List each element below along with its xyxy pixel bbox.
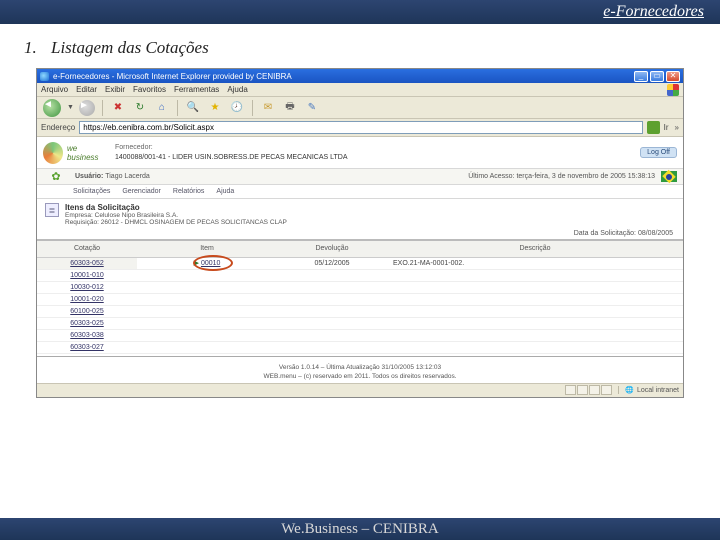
- home-icon[interactable]: ⌂: [153, 99, 171, 117]
- dev-cell: 05/12/2005: [277, 257, 387, 269]
- table-header-row: Cotação Item Devolução Descrição: [37, 241, 683, 257]
- app-footer: Versão 1.0.14 – Última Atualização 31/10…: [37, 356, 683, 383]
- slide-footer: We.Business – CENIBRA: [0, 518, 720, 540]
- col-cotacao: Cotação: [37, 241, 137, 257]
- cotacoes-table: Cotação Item Devolução Descrição 60303-0…: [37, 241, 683, 354]
- globe-icon: 🌐: [625, 386, 634, 394]
- cot-cell[interactable]: 60303-052: [37, 257, 137, 269]
- app-header: we business Fornecedor: 1400088/001-41 -…: [37, 137, 683, 169]
- window-titlebar: e-Fornecedores - Microsoft Internet Expl…: [37, 69, 683, 83]
- windows-flag-icon: [667, 84, 679, 96]
- section-text: Listagem das Cotações: [51, 38, 209, 57]
- section-title: 1. Listagem das Cotações: [0, 24, 720, 66]
- menu-favoritos[interactable]: Favoritos: [133, 85, 166, 94]
- logo-swirl-icon: [43, 142, 63, 164]
- browser-toolbar: ◄ ▼ ► ✖ ↻ ⌂ 🔍 ★ 🕗 ✉ 🖶 ✎: [37, 97, 683, 119]
- toolbar-chevron-icon[interactable]: »: [675, 123, 679, 132]
- date-row: Data da Solicitação: 08/08/2005: [37, 228, 683, 241]
- favorites-icon[interactable]: ★: [206, 99, 224, 117]
- browser-menubar: Arquivo Editar Exibir Favoritos Ferramen…: [37, 83, 683, 97]
- req-label: Requisição:: [65, 219, 99, 226]
- menu-gerenciador[interactable]: Gerenciador: [122, 188, 161, 195]
- col-descricao: Descrição: [387, 241, 683, 257]
- search-icon[interactable]: 🔍: [184, 99, 202, 117]
- edit-icon[interactable]: ✎: [303, 99, 321, 117]
- forn-label: Fornecedor:: [115, 144, 153, 151]
- menu-ajuda-app[interactable]: Ajuda: [216, 188, 234, 195]
- logoff-button[interactable]: Log Off: [640, 147, 677, 158]
- nav-back-button[interactable]: ◄: [41, 99, 63, 117]
- app-subheader: ✿ Usuário: Tiago Lacerda Último Acesso: …: [37, 169, 683, 185]
- refresh-icon[interactable]: ↻: [131, 99, 149, 117]
- menu-exibir[interactable]: Exibir: [105, 85, 125, 94]
- table-row[interactable]: 60303-038: [37, 329, 683, 341]
- ie-icon: [40, 72, 49, 81]
- slide-header-bar: e-Fornecedores: [0, 0, 720, 24]
- desc-cell: EXO.21-MA-0001-002.: [387, 257, 683, 269]
- table-row[interactable]: 60303-052 ▶00010 05/12/2005 EXO.21-MA-00…: [37, 257, 683, 269]
- brazil-flag-icon[interactable]: [661, 171, 677, 182]
- user-value: Tiago Lacerda: [105, 173, 150, 180]
- col-devolucao: Devolução: [277, 241, 387, 257]
- date-label: Data da Solicitação:: [574, 230, 636, 237]
- screenshot-window: e-Fornecedores - Microsoft Internet Expl…: [36, 68, 684, 398]
- zone-label: Local intranet: [637, 387, 679, 394]
- table-row[interactable]: 10001-010: [37, 269, 683, 281]
- empresa-label: Empresa:: [65, 212, 93, 219]
- slide-header-title: e-Fornecedores: [603, 3, 704, 20]
- nav-forward-button[interactable]: ►: [78, 99, 96, 117]
- user-label: Usuário:: [75, 173, 103, 180]
- date-value: 08/08/2005: [638, 230, 673, 237]
- address-label: Endereço: [41, 123, 75, 132]
- arrow-right-icon: ▶: [194, 260, 199, 267]
- last-access-label: Último Acesso:: [468, 173, 514, 180]
- menu-relatorios[interactable]: Relatórios: [173, 188, 205, 195]
- menu-editar[interactable]: Editar: [76, 85, 97, 94]
- menu-solicitacoes[interactable]: Solicitações: [73, 188, 110, 195]
- webusiness-logo: we business: [43, 140, 107, 166]
- col-item: Item: [137, 241, 277, 257]
- app-menubar: Solicitações Gerenciador Relatórios Ajud…: [37, 185, 683, 199]
- status-panes: [565, 385, 612, 395]
- forn-value: 1400088/001-41 - LIDER USIN.SOBRESS.DE P…: [115, 153, 632, 162]
- footer-line2: WEB.menu – (c) reservado em 2011. Todos …: [37, 372, 683, 381]
- cenibra-logo-icon: ✿: [43, 170, 69, 184]
- stop-icon[interactable]: ✖: [109, 99, 127, 117]
- empresa-value: Celulose Nipo Brasileira S.A.: [95, 212, 178, 219]
- security-zone: 🌐 Local intranet: [618, 386, 679, 394]
- section-number: 1.: [24, 38, 37, 57]
- maximize-button[interactable]: ▭: [650, 71, 664, 82]
- menu-ferramentas[interactable]: Ferramentas: [174, 85, 219, 94]
- req-value: 26012 - DHMCL OSINAGEM DE PECAS SOLICITA…: [101, 219, 287, 226]
- menu-arquivo[interactable]: Arquivo: [41, 85, 68, 94]
- go-button[interactable]: [647, 121, 660, 134]
- history-icon[interactable]: 🕗: [228, 99, 246, 117]
- item-cell[interactable]: ▶00010: [137, 257, 277, 269]
- address-bar: Endereço Ir »: [37, 119, 683, 137]
- table-row[interactable]: 60303-025: [37, 317, 683, 329]
- window-title: e-Fornecedores - Microsoft Internet Expl…: [53, 72, 634, 81]
- minimize-button[interactable]: _: [634, 71, 648, 82]
- close-button[interactable]: ✕: [666, 71, 680, 82]
- address-input[interactable]: [79, 121, 642, 134]
- print-icon[interactable]: 🖶: [281, 99, 299, 117]
- table-row[interactable]: 10001-020: [37, 293, 683, 305]
- mail-icon[interactable]: ✉: [259, 99, 277, 117]
- last-access-value: terça-feira, 3 de novembro de 2005 15:38…: [516, 173, 655, 180]
- logo-text: we business: [67, 144, 107, 162]
- itens-header: ≣ Itens da Solicitação Empresa: Celulose…: [37, 199, 683, 228]
- footer-line1: Versão 1.0.14 – Última Atualização 31/10…: [37, 363, 683, 372]
- list-icon: ≣: [45, 203, 59, 217]
- table-row[interactable]: 60303-027: [37, 341, 683, 353]
- go-label: Ir: [664, 123, 669, 132]
- itens-title: Itens da Solicitação: [65, 203, 287, 212]
- table-row[interactable]: 60100-025: [37, 305, 683, 317]
- slide-footer-text: We.Business – CENIBRA: [281, 521, 439, 537]
- table-row[interactable]: 10030-012: [37, 281, 683, 293]
- page-content: we business Fornecedor: 1400088/001-41 -…: [37, 137, 683, 383]
- menu-ajuda[interactable]: Ajuda: [227, 85, 247, 94]
- browser-statusbar: 🌐 Local intranet: [37, 383, 683, 397]
